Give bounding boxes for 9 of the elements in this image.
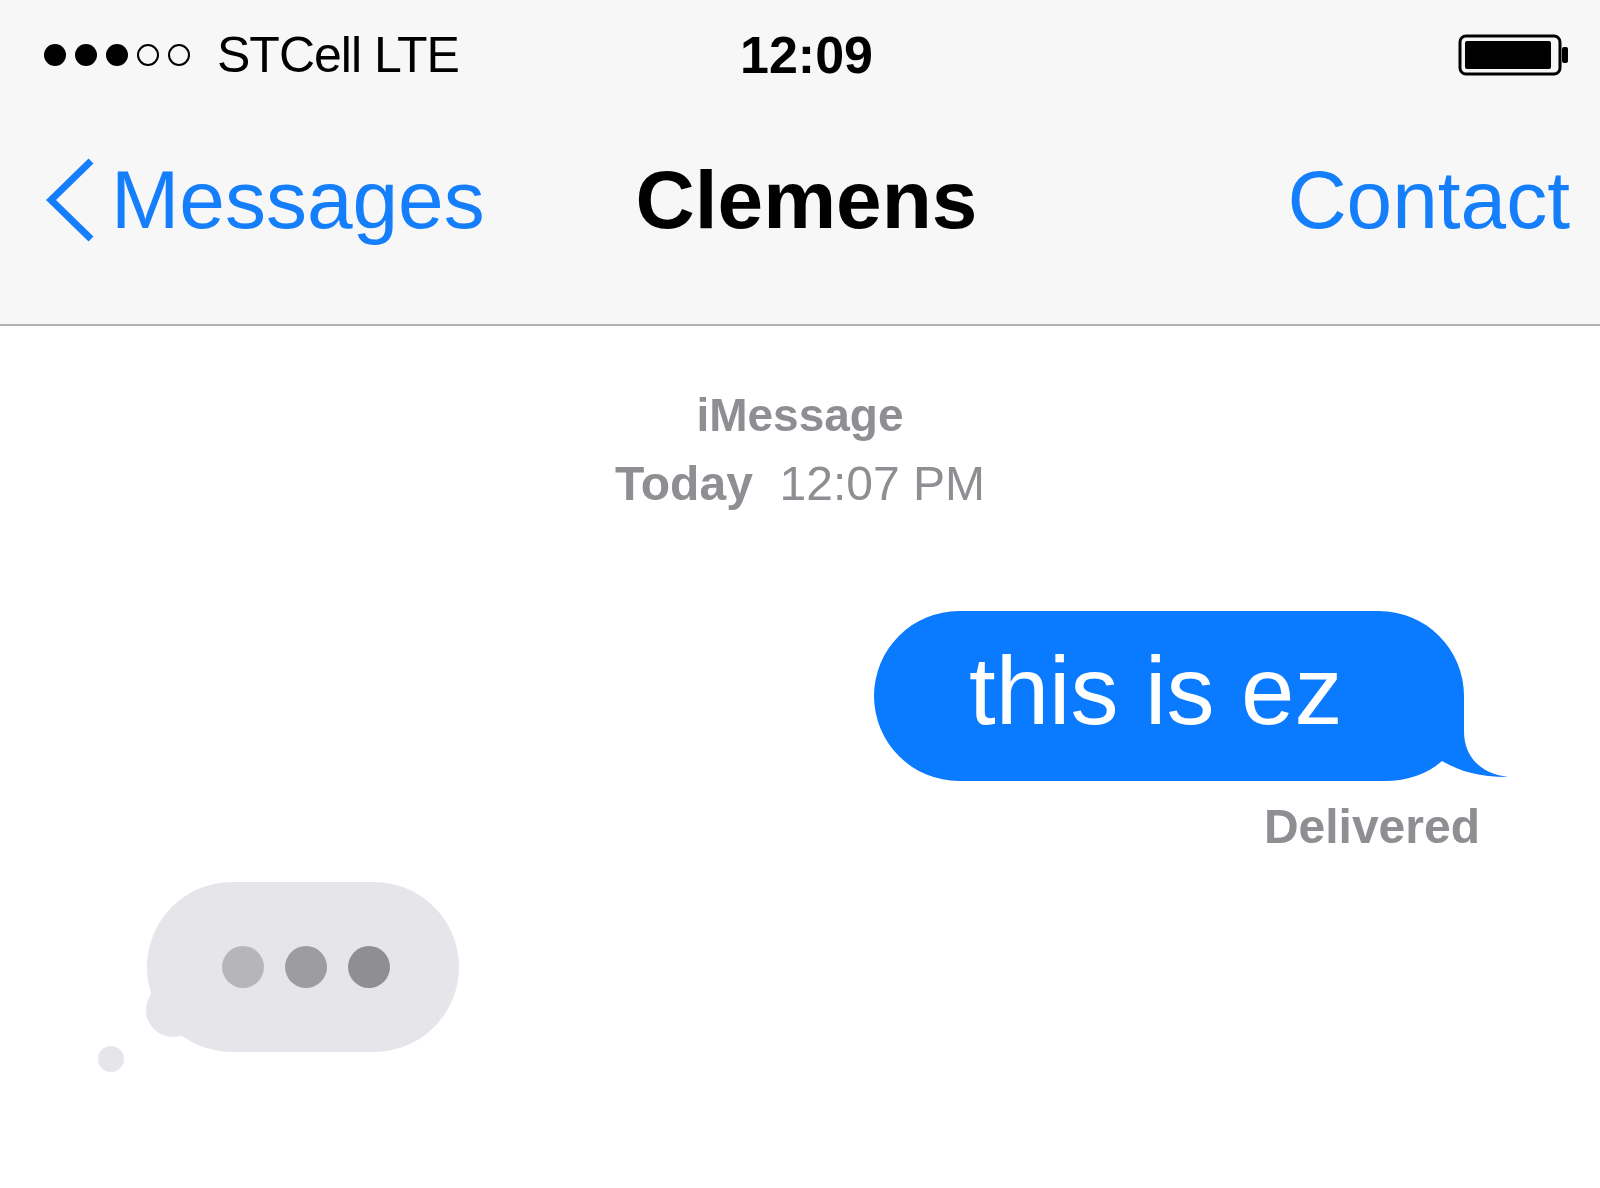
contact-button[interactable]: Contact — [1287, 153, 1570, 247]
back-button[interactable]: Messages — [43, 153, 485, 247]
carrier-name: STCell LTE — [217, 26, 459, 84]
service-label: iMessage — [695, 388, 905, 442]
delivery-status: Delivered — [1263, 799, 1480, 854]
status-time: 12:09 — [740, 25, 873, 85]
timestamp: Today 12:07 PM — [614, 456, 986, 511]
conversation-title: Clemens — [635, 153, 978, 247]
battery-icon — [1458, 34, 1570, 76]
